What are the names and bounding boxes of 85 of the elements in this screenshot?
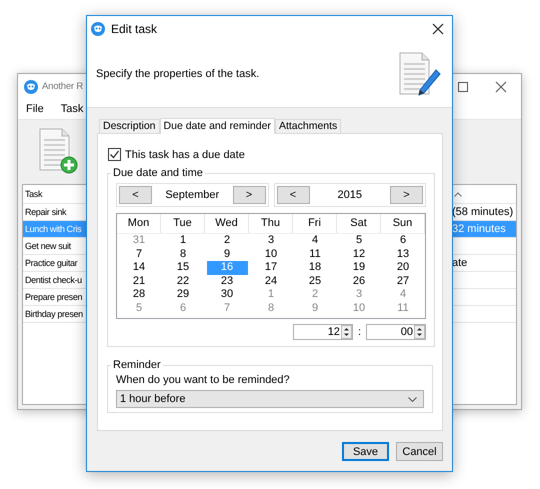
group-title: Due date and time <box>112 167 204 179</box>
new-task-icon[interactable] <box>38 128 78 174</box>
day-cell[interactable]: 27 <box>382 274 424 288</box>
chevron-down-icon <box>408 396 417 402</box>
question-label: When do you want to be reminded? <box>116 374 291 386</box>
day-cell[interactable]: 19 <box>338 261 380 274</box>
day-cell[interactable]: 11 <box>294 248 336 261</box>
day-cell[interactable]: 5 <box>338 234 380 248</box>
weekday-header: Fri <box>293 214 337 233</box>
table-cell-text: Birthday presen <box>25 309 84 319</box>
spin-arrows-icon[interactable] <box>340 325 352 339</box>
weekday-header: Sun <box>381 214 425 233</box>
spin-arrows-icon[interactable] <box>414 325 425 339</box>
group-title: Reminder <box>112 359 162 371</box>
cancel-button[interactable]: Cancel <box>396 442 443 461</box>
day-cell[interactable]: 7 <box>118 248 160 261</box>
close-icon[interactable] <box>495 80 507 92</box>
menu-item[interactable]: File <box>26 103 44 115</box>
table-cell-text: Repair sink <box>25 207 68 217</box>
checkbox[interactable] <box>108 148 121 161</box>
reminder-dropdown[interactable]: 1 hour before <box>116 390 424 408</box>
minute-field[interactable]: 00 <box>366 324 426 340</box>
column-header[interactable]: Task <box>25 189 87 199</box>
day-cell[interactable]: 14 <box>118 261 160 274</box>
menu-item[interactable]: Task <box>60 103 84 115</box>
table-cell: ate <box>452 257 468 269</box>
day-cell[interactable]: 6 <box>162 302 204 315</box>
day-cell[interactable]: 29 <box>162 288 204 302</box>
next-year-button[interactable]: > <box>390 186 423 204</box>
table-cell-text: Prepare presen <box>25 292 84 302</box>
time-separator: : <box>356 326 362 338</box>
day-cell[interactable]: 20 <box>382 261 424 274</box>
previous-month-button[interactable]: < <box>119 186 152 204</box>
window-title: Another R <box>42 81 83 92</box>
year-label: 2015 <box>336 189 363 201</box>
weekday-header: Sat <box>337 214 381 233</box>
day-cell[interactable]: 22 <box>162 274 204 288</box>
table-cell-text: Practice guitar <box>25 258 78 268</box>
day-cell[interactable]: 17 <box>250 261 292 274</box>
save-button[interactable]: Save <box>342 442 389 461</box>
day-cell[interactable]: 4 <box>294 234 336 248</box>
day-cell[interactable]: 2 <box>206 234 248 248</box>
app-icon <box>24 80 38 94</box>
day-cell[interactable]: 10 <box>250 248 292 261</box>
day-cell[interactable]: 23 <box>206 274 248 288</box>
day-cell[interactable]: 9 <box>206 248 248 261</box>
weekday-header: Tue <box>161 214 205 233</box>
day-cell[interactable]: 13 <box>382 248 424 261</box>
tab[interactable]: Due date and reminder <box>160 118 275 134</box>
day-cell[interactable]: 21 <box>118 274 160 288</box>
window-title: Edit task <box>111 22 158 36</box>
day-cell[interactable]: 1 <box>162 234 204 248</box>
month-label: September <box>164 189 220 201</box>
instruction-text: Specify the properties of the task. <box>96 68 260 80</box>
close-icon[interactable] <box>432 22 444 34</box>
day-cell[interactable]: 3 <box>250 234 292 248</box>
hour-field[interactable]: 12 <box>292 324 353 340</box>
table-cell-text: Dentist check-u <box>25 275 83 285</box>
day-cell[interactable]: 26 <box>338 274 380 288</box>
next-month-button[interactable]: > <box>232 186 266 204</box>
day-cell[interactable]: 30 <box>206 288 248 302</box>
table-cell-text: Get new suit <box>25 241 72 251</box>
table-cell: (58 minutes) <box>452 206 514 218</box>
tab[interactable]: Description <box>99 119 160 133</box>
weekday-header: Wed <box>205 214 249 233</box>
day-cell[interactable]: 18 <box>294 261 336 274</box>
app-icon <box>91 22 105 36</box>
table-cell: 32 minutes <box>452 223 506 235</box>
day-cell[interactable]: 28 <box>118 288 160 302</box>
tab[interactable]: Attachments <box>274 119 342 133</box>
previous-year-button[interactable]: < <box>276 186 310 204</box>
checkbox-label: This task has a due date <box>125 148 245 160</box>
day-cell[interactable]: 15 <box>162 261 204 274</box>
day-cell[interactable]: 12 <box>338 248 380 261</box>
table-cell-text: Lunch with Cris <box>25 224 82 234</box>
check-icon <box>109 149 120 160</box>
day-cell[interactable]: 25 <box>294 274 336 288</box>
maximize-icon[interactable] <box>457 80 469 92</box>
sort-caret-icon[interactable] <box>454 192 462 196</box>
document-pencil-icon <box>398 52 442 96</box>
weekday-header: Thu <box>249 214 293 233</box>
day-cell[interactable]: 8 <box>162 248 204 261</box>
day-cell[interactable]: 24 <box>250 274 292 288</box>
weekday-header: Mon <box>117 214 161 233</box>
day-cell[interactable]: 6 <box>382 234 424 248</box>
